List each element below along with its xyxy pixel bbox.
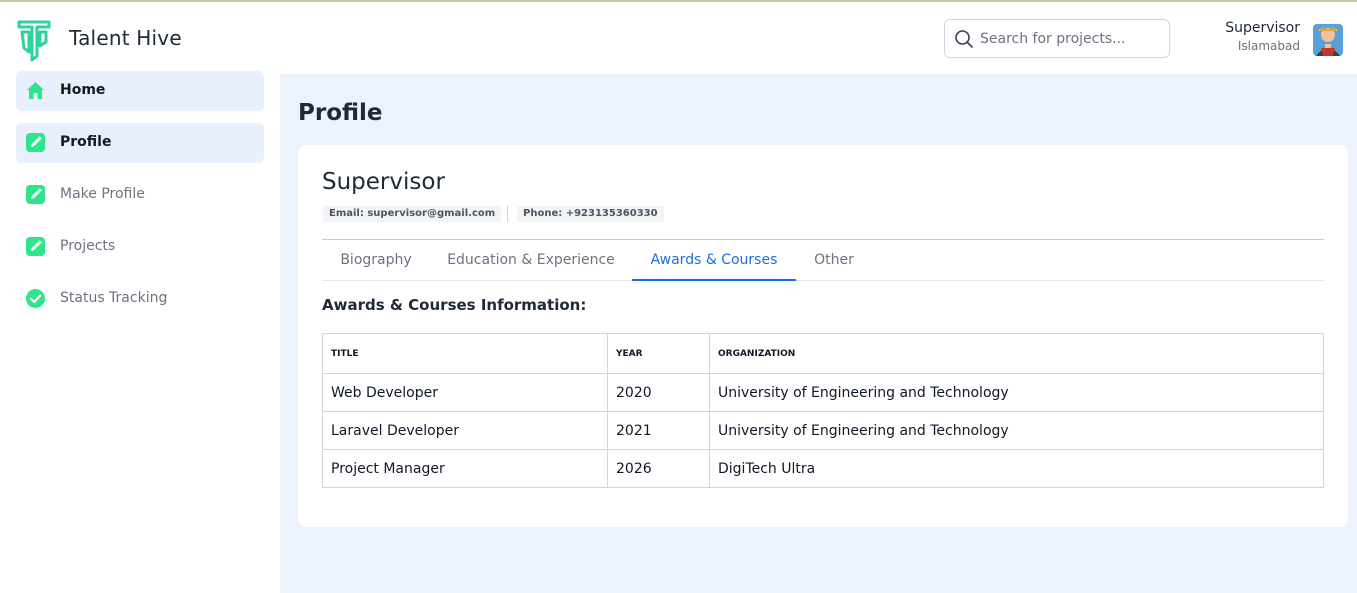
sidebar-item-home[interactable]: Home — [16, 71, 264, 111]
column-header-year: YEAR — [607, 333, 710, 374]
cell-year: 2021 — [607, 411, 710, 450]
tab-education-experience[interactable]: Education & Experience — [430, 240, 632, 281]
home-icon — [27, 82, 44, 99]
edit-icon — [26, 185, 45, 204]
profile-name: Supervisor — [322, 169, 445, 195]
sidebar-item-projects[interactable]: Projects — [16, 227, 264, 267]
sidebar-item-make-profile[interactable]: Make Profile — [16, 175, 264, 215]
awards-table: TITLE YEAR ORGANIZATION Web Developer 20… — [322, 333, 1324, 488]
sidebar-item-label: Status Tracking — [60, 290, 168, 306]
profile-card: Supervisor Email: supervisor@gmail.com P… — [298, 145, 1348, 527]
divider — [507, 205, 508, 222]
edit-icon — [26, 237, 45, 256]
talent-hive-logo-icon[interactable] — [16, 18, 52, 62]
page-title: Profile — [298, 100, 383, 126]
column-header-organization: ORGANIZATION — [709, 333, 1324, 374]
cell-year: 2020 — [607, 373, 710, 412]
profile-tabs: Biography Education & Experience Awards … — [322, 239, 1324, 281]
sidebar-item-label: Home — [60, 82, 106, 98]
tab-other[interactable]: Other — [796, 240, 872, 281]
user-info[interactable]: Supervisor Islamabad — [1225, 20, 1300, 53]
edit-icon — [26, 133, 45, 152]
search-box[interactable] — [944, 19, 1170, 58]
avatar[interactable] — [1309, 18, 1347, 58]
table-row: Laravel Developer 2021 University of Eng… — [322, 411, 1324, 450]
cell-title: Laravel Developer — [322, 411, 608, 450]
check-circle-icon — [26, 289, 45, 308]
sidebar: Home Profile Make Profile Projects Statu… — [0, 71, 280, 593]
search-icon — [955, 30, 973, 48]
tab-biography[interactable]: Biography — [322, 240, 430, 281]
section-title: Awards & Courses Information: — [322, 296, 587, 314]
sidebar-item-status-tracking[interactable]: Status Tracking — [16, 279, 264, 319]
sidebar-item-label: Projects — [60, 238, 116, 254]
sidebar-item-label: Make Profile — [60, 186, 145, 202]
main-content: Profile Supervisor Email: supervisor@gma… — [280, 74, 1357, 593]
cell-title: Project Manager — [322, 449, 608, 488]
phone-badge: Phone: +923135360330 — [517, 206, 664, 222]
table-row: Web Developer 2020 University of Enginee… — [322, 373, 1324, 412]
table-header-row: TITLE YEAR ORGANIZATION — [322, 333, 1324, 374]
user-location: Islamabad — [1237, 39, 1300, 53]
sidebar-item-profile[interactable]: Profile — [16, 123, 264, 163]
cell-organization: University of Engineering and Technology — [709, 373, 1324, 412]
cell-organization: DigiTech Ultra — [709, 449, 1324, 488]
cell-year: 2026 — [607, 449, 710, 488]
email-badge: Email: supervisor@gmail.com — [323, 206, 502, 222]
cell-organization: University of Engineering and Technology — [709, 411, 1324, 450]
table-row: Project Manager 2026 DigiTech Ultra — [322, 449, 1324, 488]
search-input[interactable] — [980, 28, 1160, 50]
top-header: Talent Hive Supervisor Islamabad — [0, 2, 1357, 74]
tab-awards-courses[interactable]: Awards & Courses — [632, 240, 796, 281]
app-name[interactable]: Talent Hive — [69, 26, 182, 50]
cell-title: Web Developer — [322, 373, 608, 412]
column-header-title: TITLE — [322, 333, 608, 374]
user-name: Supervisor — [1225, 20, 1300, 36]
sidebar-item-label: Profile — [60, 134, 112, 150]
